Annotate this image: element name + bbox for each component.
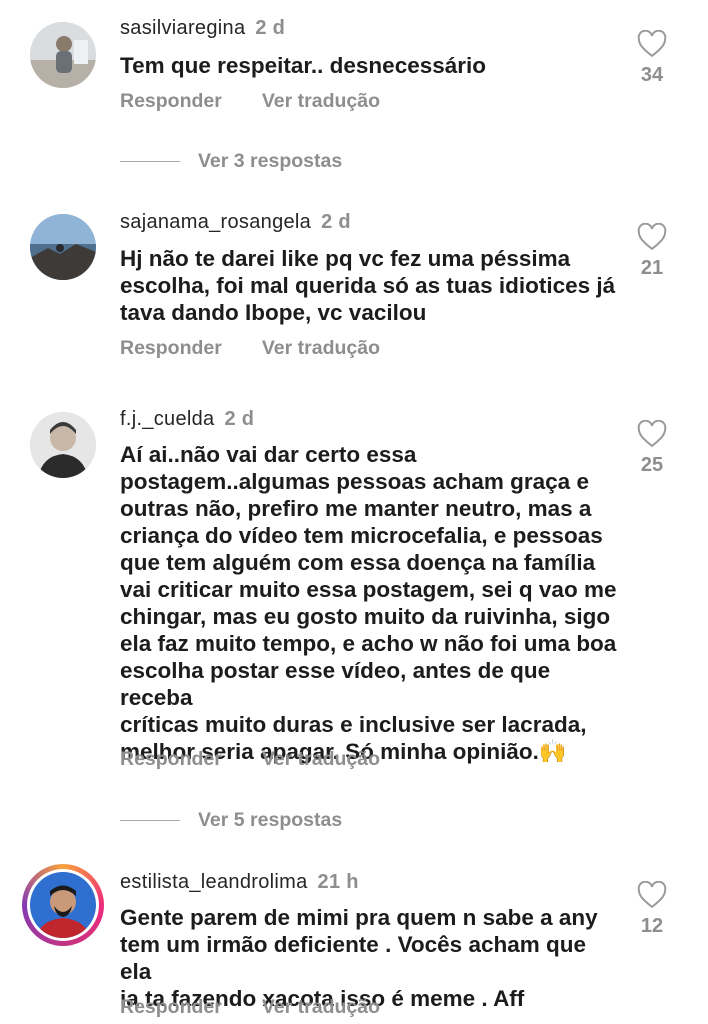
story-ring xyxy=(27,869,99,941)
comment-actions: Responder Ver tradução xyxy=(120,90,380,113)
comment-meta: estilista_leandrolima 21 h xyxy=(120,871,359,894)
username[interactable]: estilista_leandrolima xyxy=(120,871,308,893)
comment-text: Tem que respeitar.. desnecessário xyxy=(120,53,487,78)
like-count: 25 xyxy=(640,454,664,476)
timestamp: 2 d xyxy=(224,408,255,430)
timestamp: 21 h xyxy=(317,871,359,893)
view-replies-button[interactable]: Ver 3 respostas xyxy=(120,150,342,173)
heart-icon[interactable] xyxy=(637,881,667,909)
heart-icon[interactable] xyxy=(637,30,667,58)
avatar-photo-icon xyxy=(30,412,96,478)
comment-meta: sasilviaregina 2 d xyxy=(120,17,285,40)
comment-actions: Responder Ver tradução xyxy=(120,337,380,360)
reply-button[interactable]: Responder xyxy=(120,90,222,112)
timestamp: 2 d xyxy=(255,17,286,39)
reply-button[interactable]: Responder xyxy=(120,748,222,770)
like-control: 21 xyxy=(630,223,674,280)
translate-button[interactable]: Ver tradução xyxy=(262,748,380,770)
like-control: 12 xyxy=(630,881,674,938)
comment-actions: Responder Ver tradução xyxy=(120,748,380,771)
username[interactable]: sasilviaregina xyxy=(120,17,245,39)
avatar-photo-icon xyxy=(30,872,96,938)
comment-text: Hj não te darei like pq vc fez uma péssi… xyxy=(120,246,616,325)
comment-meta: f.j._cuelda 2 d xyxy=(120,408,254,431)
timestamp: 2 d xyxy=(321,211,351,233)
avatar-photo-icon xyxy=(30,22,96,88)
like-control: 34 xyxy=(630,30,674,87)
avatar[interactable] xyxy=(30,412,96,478)
thread-divider xyxy=(120,161,180,163)
like-count: 12 xyxy=(640,915,664,937)
username[interactable]: sajanama_rosangela xyxy=(120,211,311,233)
like-count: 34 xyxy=(640,64,664,86)
like-control: 25 xyxy=(630,420,674,477)
reply-button[interactable]: Responder xyxy=(120,996,222,1018)
view-replies-label: Ver 5 respostas xyxy=(198,809,343,831)
heart-icon[interactable] xyxy=(637,420,667,448)
avatar-photo-icon xyxy=(30,214,96,280)
avatar[interactable] xyxy=(30,22,96,88)
translate-button[interactable]: Ver tradução xyxy=(262,337,380,359)
avatar[interactable] xyxy=(22,864,104,946)
translate-button[interactable]: Ver tradução xyxy=(262,996,380,1018)
reply-button[interactable]: Responder xyxy=(120,337,222,359)
username[interactable]: f.j._cuelda xyxy=(120,408,214,430)
comment-meta: sajanama_rosangela 2 d xyxy=(120,211,351,234)
view-replies-label: Ver 3 respostas xyxy=(198,150,343,172)
heart-icon[interactable] xyxy=(637,223,667,251)
comment-actions: Responder Ver tradução xyxy=(120,996,380,1019)
avatar[interactable] xyxy=(30,214,96,280)
thread-divider xyxy=(120,820,180,822)
like-count: 21 xyxy=(640,257,664,279)
comment-text: Aí ai..não vai dar certo essa postagem..… xyxy=(120,442,617,764)
translate-button[interactable]: Ver tradução xyxy=(262,90,380,112)
view-replies-button[interactable]: Ver 5 respostas xyxy=(120,809,342,832)
